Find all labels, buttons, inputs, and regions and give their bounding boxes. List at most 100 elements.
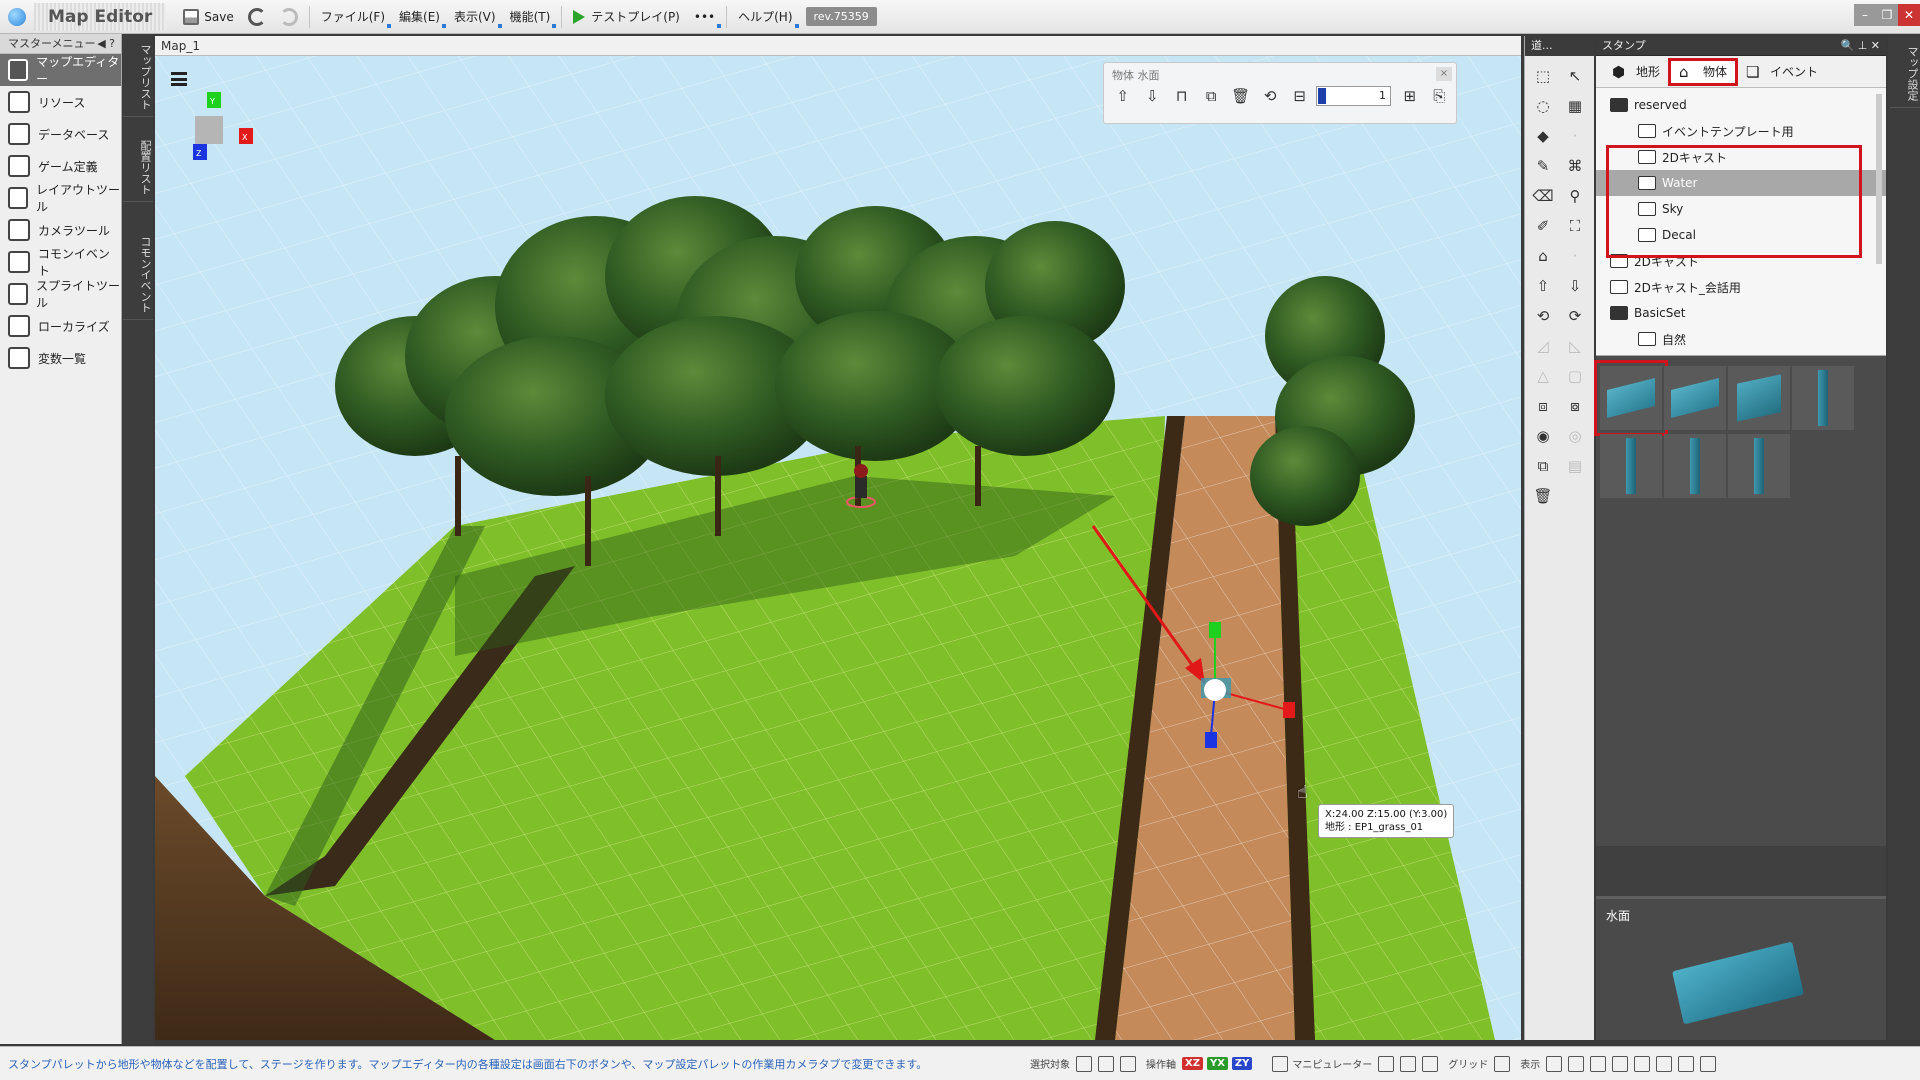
move-gizmo-icon[interactable] — [1378, 1055, 1395, 1072]
display-globe-icon[interactable] — [1634, 1055, 1651, 1072]
tree-folder-item[interactable]: 2Dキャスト_会話用 — [1596, 274, 1886, 300]
master-menu-item[interactable]: 変数一覧 — [0, 342, 121, 374]
rotate-icon[interactable]: ⟲ — [1257, 83, 1282, 109]
map-3d-scene[interactable]: Y X Z — [155, 56, 1521, 1040]
select-grid-icon[interactable] — [1076, 1055, 1092, 1072]
maximize-icon[interactable]: ❐ — [1876, 4, 1898, 26]
stamp-tab[interactable]: ⌂ 物体 — [1668, 57, 1739, 86]
display-more-icon[interactable] — [1700, 1055, 1717, 1072]
delete-icon[interactable]: 🗑 — [1228, 83, 1253, 109]
tree-folder-item[interactable]: reserved — [1596, 92, 1886, 118]
display-setting[interactable]: 表示 — [1520, 1055, 1717, 1072]
house-icon[interactable]: ⌂ — [1529, 242, 1557, 270]
blank-tool-icon[interactable]: · — [1561, 122, 1589, 150]
menu-edit[interactable]: 編集(E) — [392, 4, 447, 30]
paste-icon[interactable]: ▤ — [1561, 452, 1589, 480]
raise-icon[interactable]: ⇧ — [1529, 272, 1557, 300]
stamp-thumbnail[interactable] — [1664, 434, 1726, 498]
scale-gizmo-icon[interactable] — [1422, 1055, 1439, 1072]
panel-pin-close-icon[interactable]: 🔍 ⊥ ✕ — [1841, 36, 1881, 56]
stamp-thumbnail[interactable] — [1594, 360, 1668, 436]
scale-slider[interactable]: 1 — [1316, 86, 1392, 106]
menu-function[interactable]: 機能(T) — [503, 4, 558, 30]
tree-folder-item[interactable]: Water — [1596, 170, 1886, 196]
move-icon[interactable]: ⧈ — [1529, 392, 1557, 420]
redo-button[interactable] — [273, 4, 305, 30]
testplay-button[interactable]: テストプレイ(P) — [566, 4, 687, 30]
tab-common-event[interactable]: コモンイベント — [123, 230, 153, 320]
tree-folder-item[interactable]: Decal — [1596, 222, 1886, 248]
master-menu-item[interactable]: レイアウトツール — [0, 182, 121, 214]
stamp-thumbnail[interactable] — [1664, 366, 1726, 430]
display-layer-icon[interactable] — [1656, 1055, 1673, 1072]
eyedropper-icon[interactable]: ⚲ — [1561, 182, 1589, 210]
blank-tool-icon[interactable]: · — [1561, 242, 1589, 270]
select-event-icon[interactable] — [1120, 1055, 1136, 1072]
slope-icon[interactable]: ◿ — [1529, 332, 1557, 360]
menu-help[interactable]: ヘルプ(H) — [731, 4, 799, 30]
display-tree-icon[interactable] — [1678, 1055, 1695, 1072]
manipulator[interactable]: マニピュレーター — [1266, 1055, 1439, 1072]
menu-view[interactable]: 表示(V) — [447, 4, 503, 30]
rect-select-icon[interactable]: ⬚ — [1529, 62, 1557, 90]
more-button[interactable]: ••• — [687, 4, 722, 30]
master-menu-item[interactable]: リソース — [0, 86, 121, 118]
master-menu-item[interactable]: ゲーム定義 — [0, 150, 121, 182]
stamp-thumbnail[interactable] — [1600, 434, 1662, 498]
rotate-gizmo-icon[interactable] — [1400, 1055, 1417, 1072]
tree-folder-item[interactable]: 自然 — [1596, 326, 1886, 352]
undo-button[interactable] — [241, 4, 273, 30]
axis-xz-button[interactable]: XZ — [1182, 1057, 1203, 1070]
paint-icon[interactable]: ✐ — [1529, 212, 1557, 240]
target-icon[interactable]: ◎ — [1561, 422, 1589, 450]
master-menu-item[interactable]: スプライトツール — [0, 278, 121, 310]
eraser-icon[interactable]: ⌫ — [1529, 182, 1557, 210]
stamp-thumbnail[interactable] — [1728, 434, 1790, 498]
grid-toggle-icon[interactable] — [1494, 1055, 1511, 1072]
stamp-thumbnail[interactable] — [1728, 366, 1790, 430]
grid-setting[interactable]: グリッド — [1448, 1055, 1511, 1072]
close-icon[interactable]: ✕ — [1898, 4, 1920, 26]
tree-folder-item[interactable]: Sky — [1596, 196, 1886, 222]
save-button[interactable]: Save — [176, 4, 240, 30]
display-light-icon[interactable] — [1590, 1055, 1607, 1072]
terrain-block-icon[interactable]: ◆ — [1529, 122, 1557, 150]
manipulator-icon[interactable] — [1272, 1055, 1289, 1072]
pen-icon[interactable]: ✎ — [1529, 152, 1557, 180]
camera-icon[interactable]: ◉ — [1529, 422, 1557, 450]
tree-folder-item[interactable]: 2Dキャスト — [1596, 248, 1886, 274]
grid-select-icon[interactable]: ▦ — [1561, 92, 1589, 120]
slope-alt-icon[interactable]: ◺ — [1561, 332, 1589, 360]
lasso-select-icon[interactable]: ◌ — [1529, 92, 1557, 120]
tree-folder-item[interactable]: イベントテンプレート用 — [1596, 118, 1886, 144]
map-viewport[interactable]: Map_1 Y X Z 物体 水面 × ⇧ ⇩ ⊓ ⧉ 🗑 ⟲ ⊟ 1 ⊞ ⎘ … — [155, 36, 1521, 1040]
rotate-right-icon[interactable]: ⟳ — [1561, 302, 1589, 330]
master-menu-item[interactable]: コモンイベント — [0, 246, 121, 278]
plus-icon[interactable]: ⊞ — [1397, 83, 1422, 109]
tab-map-list[interactable]: マップリスト — [123, 38, 153, 117]
tab-placement-list[interactable]: 配置リスト — [123, 134, 153, 202]
axis-yx-button[interactable]: YX — [1206, 1057, 1228, 1070]
rotate-left-icon[interactable]: ⟲ — [1529, 302, 1557, 330]
select-target[interactable]: 選択対象 — [1030, 1055, 1136, 1072]
minus-icon[interactable]: ⊟ — [1287, 83, 1312, 109]
raise-icon[interactable]: ⇧ — [1110, 83, 1135, 109]
stamp-brush-icon[interactable]: ⌘ — [1561, 152, 1589, 180]
lower-icon[interactable]: ⇩ — [1561, 272, 1589, 300]
axis-zy-button[interactable]: ZY — [1231, 1057, 1253, 1070]
triangle-icon[interactable]: △ — [1529, 362, 1557, 390]
trash-icon[interactable]: 🗑 — [1529, 482, 1557, 510]
display-object-icon[interactable] — [1568, 1055, 1585, 1072]
pointer-icon[interactable]: ↖ — [1561, 62, 1589, 90]
stamp-thumbnail[interactable] — [1792, 366, 1854, 430]
master-menu-item[interactable]: データベース — [0, 118, 121, 150]
master-menu-item[interactable]: カメラツール — [0, 214, 121, 246]
tab-map-settings[interactable]: マップ設定 — [1890, 40, 1920, 108]
menu-file[interactable]: ファイル(F) — [314, 4, 392, 30]
master-menu-item[interactable]: マップエディター — [0, 54, 121, 86]
close-icon[interactable]: × — [1436, 67, 1452, 81]
display-sun-icon[interactable] — [1612, 1055, 1629, 1072]
stamp-tab[interactable]: ❏ イベント — [1738, 58, 1826, 86]
viewport-menu-icon[interactable] — [171, 72, 187, 86]
master-menu-item[interactable]: ローカライズ — [0, 310, 121, 342]
